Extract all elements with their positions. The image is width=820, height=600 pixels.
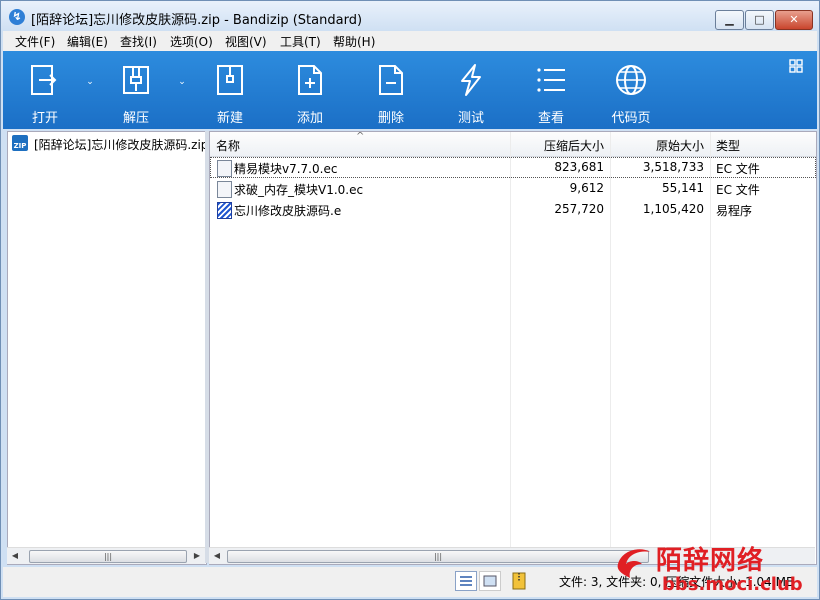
tree-horizontal-scrollbar[interactable]: ◀ ||| ▶: [7, 547, 205, 564]
layout-grid-icon[interactable]: [789, 59, 803, 73]
view-label: 查看: [537, 111, 564, 126]
menu-edit[interactable]: 编辑(E): [67, 33, 108, 50]
tree-root-label: [陌辞论坛]忘川修改皮肤源码.zip: [34, 138, 209, 152]
delete-file-label: 删除: [377, 111, 404, 126]
menu-options[interactable]: 选项(O): [170, 33, 213, 50]
folder-tree-pane: ZIP [陌辞论坛]忘川修改皮肤源码.zip: [7, 131, 209, 565]
watermark: 陌辞网络 bbs.moci.club: [614, 538, 820, 600]
view-list-icon: [537, 68, 565, 92]
ec-file-icon: [217, 181, 232, 198]
menu-bar: 文件(F) 编辑(E) 查找(I) 选项(O) 视图(V) 工具(T) 帮助(H…: [3, 31, 817, 51]
add-file-button[interactable]: 添加: [275, 51, 345, 129]
details-view-icon: [460, 576, 472, 586]
delete-file-button[interactable]: 删除: [356, 51, 426, 129]
app-window: ↯ [陌辞论坛]忘川修改皮肤源码.zip - Bandizip (Standar…: [0, 0, 820, 600]
test-lightning-icon: [461, 64, 481, 96]
scroll-left-arrow[interactable]: ◀: [209, 548, 225, 564]
file-packed-size: 9,612: [569, 181, 604, 195]
scroll-left-arrow[interactable]: ◀: [7, 548, 23, 564]
file-list-pane: 名称 ^ 压缩后大小 原始大小 类型 精易模块v7.7.0.ec 823,681…: [209, 131, 817, 565]
archive-info-icon[interactable]: [511, 572, 527, 590]
bandizip-logo-icon: ↯: [9, 9, 25, 25]
menu-tools[interactable]: 工具(T): [280, 33, 321, 50]
thumbnail-view-button[interactable]: [479, 571, 501, 591]
open-button[interactable]: 打开: [10, 51, 80, 129]
maximize-button[interactable]: □: [745, 10, 774, 30]
column-size-header[interactable]: 原始大小: [610, 137, 704, 154]
open-label: 打开: [31, 111, 58, 126]
file-type: EC 文件: [716, 183, 760, 197]
column-type-header[interactable]: 类型: [716, 137, 740, 154]
close-button[interactable]: ✕: [775, 10, 813, 30]
menu-file[interactable]: 文件(F): [15, 33, 55, 50]
toolbar: 打开 ⌄ 解压 ⌄ 新建 添加 删除 测试 查看 代码页: [3, 51, 817, 129]
zip-archive-icon: ZIP: [12, 135, 28, 151]
file-row[interactable]: 忘川修改皮肤源码.e 257,720 1,105,420 易程序: [210, 199, 816, 220]
window-title: [陌辞论坛]忘川修改皮肤源码.zip - Bandizip (Standard): [31, 13, 363, 28]
minimize-button[interactable]: ▁: [715, 10, 744, 30]
thumbnail-view-icon: [483, 575, 497, 587]
test-button[interactable]: 测试: [436, 51, 506, 129]
globe-icon: [616, 65, 646, 95]
sort-ascending-icon: ^: [356, 131, 365, 142]
scroll-thumb[interactable]: |||: [29, 550, 187, 563]
add-file-label: 添加: [296, 111, 323, 126]
extract-icon: [123, 66, 149, 94]
file-name: 精易模块v7.7.0.ec: [234, 162, 338, 176]
title-bar: ↯ [陌辞论坛]忘川修改皮肤源码.zip - Bandizip (Standar…: [1, 1, 819, 31]
new-archive-label: 新建: [216, 111, 243, 126]
watermark-swirl-icon: [617, 549, 650, 578]
extract-dropdown-arrow[interactable]: ⌄: [175, 75, 189, 89]
new-archive-icon: [217, 65, 243, 95]
codepage-label: 代码页: [611, 111, 651, 126]
watermark-url: bbs.moci.club: [662, 574, 803, 595]
test-label: 测试: [457, 111, 484, 126]
file-type: EC 文件: [716, 162, 760, 176]
watermark-title: 陌辞网络: [656, 546, 765, 576]
open-icon: [31, 65, 57, 95]
extract-label: 解压: [122, 111, 149, 126]
menu-help[interactable]: 帮助(H): [333, 33, 375, 50]
add-file-icon: [298, 65, 322, 95]
file-original-size: 55,141: [662, 181, 704, 195]
menu-find[interactable]: 查找(I): [120, 33, 157, 50]
new-archive-button[interactable]: 新建: [195, 51, 265, 129]
column-packed-header[interactable]: 压缩后大小: [510, 137, 604, 154]
file-type: 易程序: [716, 204, 753, 218]
menu-view[interactable]: 视图(V): [225, 33, 267, 50]
file-original-size: 3,518,733: [642, 160, 704, 174]
file-name: 忘川修改皮肤源码.e: [234, 204, 342, 218]
file-name: 求破_内存_模块V1.0.ec: [234, 183, 364, 197]
delete-file-icon: [379, 65, 403, 95]
details-view-button[interactable]: [455, 571, 477, 591]
codepage-button[interactable]: 代码页: [596, 51, 666, 129]
e-program-icon: [217, 202, 232, 219]
view-button[interactable]: 查看: [516, 51, 586, 129]
scroll-right-arrow[interactable]: ▶: [189, 548, 205, 564]
file-row[interactable]: 求破_内存_模块V1.0.ec 9,612 55,141 EC 文件: [210, 178, 816, 199]
open-dropdown-arrow[interactable]: ⌄: [83, 75, 97, 89]
extract-button[interactable]: 解压: [101, 51, 171, 129]
ec-file-icon: [217, 160, 232, 177]
file-packed-size: 823,681: [554, 160, 604, 174]
file-row[interactable]: 精易模块v7.7.0.ec 823,681 3,518,733 EC 文件: [210, 157, 816, 178]
file-original-size: 1,105,420: [642, 202, 704, 216]
file-packed-size: 257,720: [554, 202, 604, 216]
file-list-header: 名称 ^ 压缩后大小 原始大小 类型: [210, 132, 816, 157]
scroll-thumb[interactable]: |||: [227, 550, 649, 563]
column-name-header[interactable]: 名称: [216, 137, 240, 154]
